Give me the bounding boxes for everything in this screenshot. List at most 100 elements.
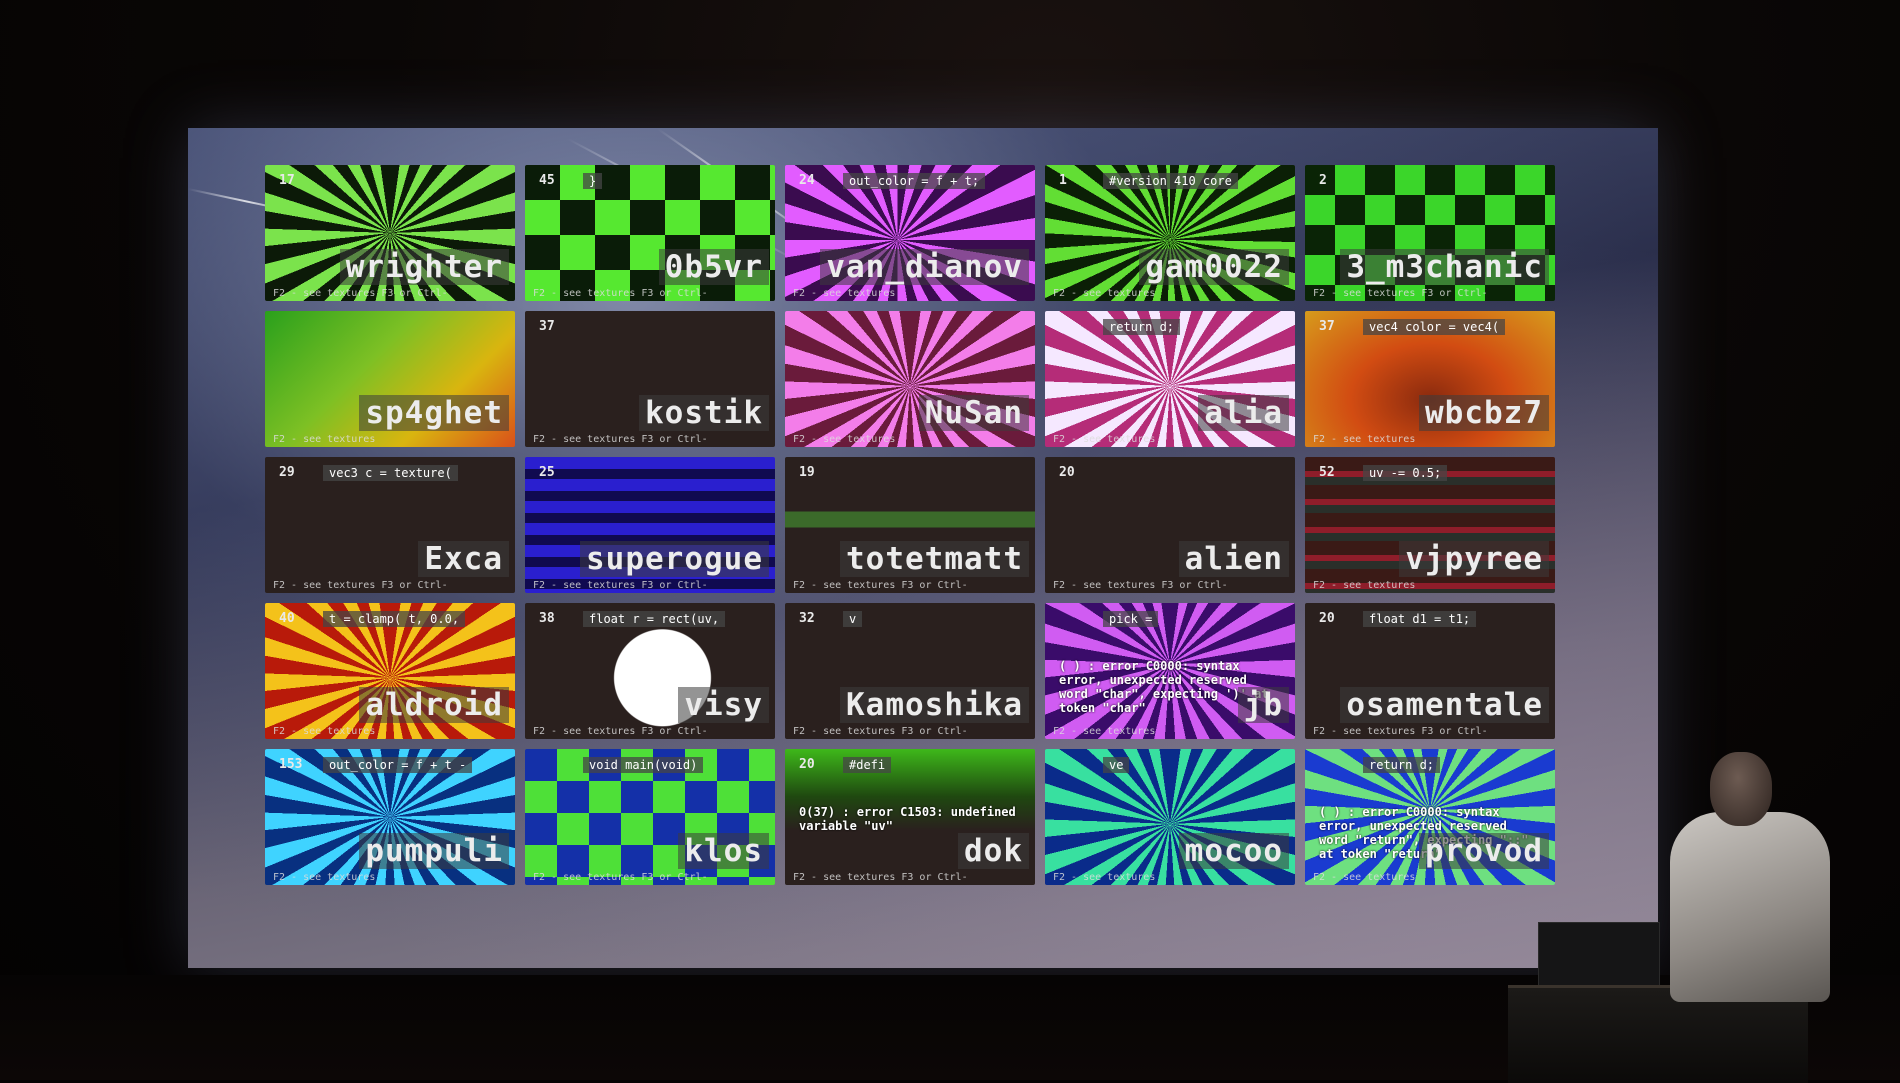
footer-hint: F2 - see textures xyxy=(1313,434,1416,445)
shader-tile-pumpuli: 153 out_color = f + t - pumpuli F2 - see te… xyxy=(265,749,515,885)
performer xyxy=(1670,752,1830,1002)
shader-tile-alien: 20 alien F2 - see textures F3 or Ctrl- xyxy=(1045,457,1295,593)
footer-hint: F2 - see textures F3 or Ctrl- xyxy=(793,726,968,737)
code-line: float r = rect(uv, xyxy=(583,611,726,627)
shader-tile-mocoo: ve mocoo F2 - see textures xyxy=(1045,749,1295,885)
performer-head xyxy=(1710,752,1772,826)
line-number: 37 xyxy=(539,319,555,334)
shader-tile-exca: 29 vec3 c = texture(Exca F2 - see textures… xyxy=(265,457,515,593)
coder-name: alia xyxy=(1198,395,1289,431)
line-number: 2 xyxy=(1319,173,1327,188)
shader-tile-superogue: 25 superogue F2 - see textures F3 or Ctrl- xyxy=(525,457,775,593)
code-line: vec4 color = vec4( xyxy=(1363,319,1506,335)
code-line: return d; xyxy=(1363,757,1441,773)
shader-tile-wrighter: 17 wrighter F2 - see textures F3 or Ctrl- xyxy=(265,165,515,301)
coder-name: wrighter xyxy=(339,249,509,285)
coder-name: van_dianov xyxy=(820,249,1029,285)
coder-name: sp4ghet xyxy=(359,395,509,431)
coder-name: vjpyree xyxy=(1399,541,1549,577)
code-line: pick = xyxy=(1103,611,1159,627)
footer-hint: F2 - see textures F3 or Ctrl- xyxy=(533,726,708,737)
code-line: out_color = f + t - xyxy=(323,757,473,773)
coder-name: wbcbz7 xyxy=(1419,395,1549,431)
footer-hint: F2 - see textures F3 or Ctrl- xyxy=(533,580,708,591)
compile-error: 0(37) : error C1503: undefined variable … xyxy=(799,805,1016,833)
shader-tile-3_m3chanic: 2 3_m3chanic F2 - see textures F3 or Ctrl- xyxy=(1305,165,1555,301)
shader-tile-kamoshika: 32 v Kamoshika F2 - see textures F3 or Ctrl… xyxy=(785,603,1035,739)
footer-hint: F2 - see textures F3 or Ctrl- xyxy=(1313,726,1488,737)
line-number: 25 xyxy=(539,465,555,480)
shader-tile-osamentale: 20 float d1 = t1; osamentale F2 - see textu… xyxy=(1305,603,1555,739)
line-number: 20 xyxy=(1319,611,1335,626)
footer-hint: F2 - see textures xyxy=(273,726,376,737)
footer-hint: F2 - see textures F3 or Ctrl- xyxy=(1053,580,1228,591)
coder-name: provod xyxy=(1419,833,1549,869)
footer-hint: F2 - see textures F3 or Ctrl- xyxy=(533,872,708,883)
shader-tile-sp4ghet: sp4ghet F2 - see textures xyxy=(265,311,515,447)
line-number: 52 xyxy=(1319,465,1335,480)
line-number: 32 xyxy=(799,611,815,626)
coder-name: NuSan xyxy=(918,395,1029,431)
line-number: 19 xyxy=(799,465,815,480)
code-line: } xyxy=(583,173,603,189)
footer-hint: F2 - see textures xyxy=(793,288,896,299)
footer-hint: F2 - see textures xyxy=(1313,872,1416,883)
footer-hint: F2 - see textures F3 or Ctrl- xyxy=(273,288,448,299)
coder-name: mocoo xyxy=(1178,833,1289,869)
shader-tile-alia: return d; alia F2 - see textures xyxy=(1045,311,1295,447)
coder-name: alien xyxy=(1178,541,1289,577)
coder-name: 0b5vr xyxy=(658,249,769,285)
coder-name: 3_m3chanic xyxy=(1340,249,1549,285)
coder-name: osamentale xyxy=(1340,687,1549,723)
footer-hint: F2 - see textures F3 or Ctrl- xyxy=(793,580,968,591)
line-number: 37 xyxy=(1319,319,1335,334)
shader-tile-nusan: NuSan F2 - see textures xyxy=(785,311,1035,447)
shader-tile-gam0022: 1 #version 410 core gam0022 F2 - see textur… xyxy=(1045,165,1295,301)
footer-hint: F2 - see textures F3 or Ctrl- xyxy=(793,872,968,883)
coder-name: kostik xyxy=(639,395,769,431)
line-number: 20 xyxy=(1059,465,1075,480)
code-line: out_color = f + t; xyxy=(843,173,986,189)
shader-tile-vjpyree: 52 uv -= 0.5; vjpyree F2 - see textures xyxy=(1305,457,1555,593)
coder-name: superogue xyxy=(580,541,769,577)
coder-name: gam0022 xyxy=(1139,249,1289,285)
coder-name: Kamoshika xyxy=(840,687,1029,723)
code-line: ve xyxy=(1103,757,1130,773)
code-line: float d1 = t1; xyxy=(1363,611,1477,627)
line-number: 29 xyxy=(279,465,295,480)
line-number: 45 xyxy=(539,173,555,188)
line-number: 24 xyxy=(799,173,815,188)
code-line: void main(void) xyxy=(583,757,704,773)
coder-name: klos xyxy=(678,833,769,869)
code-line: uv -= 0.5; xyxy=(1363,465,1448,481)
shader-tile-visy: 38 float r = rect(uv, visy F2 - see texture… xyxy=(525,603,775,739)
shader-tile-aldroid: 40 t = clamp( t, 0.0, aldroid F2 - see text… xyxy=(265,603,515,739)
footer-hint: F2 - see textures F3 or Ctrl- xyxy=(533,434,708,445)
footer-hint: F2 - see textures xyxy=(793,434,896,445)
footer-hint: F2 - see textures xyxy=(1053,872,1156,883)
line-number: 20 xyxy=(799,757,815,772)
code-line: #defi xyxy=(843,757,892,773)
shader-grid: 17 wrighter F2 - see textures F3 or Ctrl- 4… xyxy=(265,165,1595,910)
code-line: v xyxy=(843,611,863,627)
code-line: #version 410 core xyxy=(1103,173,1238,189)
code-line: return d; xyxy=(1103,319,1181,335)
line-number: 40 xyxy=(279,611,295,626)
footer-hint: F2 - see textures xyxy=(273,434,376,445)
line-number: 17 xyxy=(279,173,295,188)
coder-name: visy xyxy=(678,687,769,723)
line-number: 1 xyxy=(1059,173,1067,188)
footer-hint: F2 - see textures xyxy=(273,872,376,883)
shader-tile-wbcbz7: 37 vec4 color = vec4( wbcbz7 F2 - see textu… xyxy=(1305,311,1555,447)
code-line: vec3 c = texture( xyxy=(323,465,458,481)
footer-hint: F2 - see textures F3 or Ctrl- xyxy=(273,580,448,591)
performer-body xyxy=(1670,812,1830,1002)
footer-hint: F2 - see textures xyxy=(1053,726,1156,737)
coder-name: pumpuli xyxy=(359,833,509,869)
line-number: 153 xyxy=(279,757,303,772)
footer-hint: F2 - see textures xyxy=(1313,580,1416,591)
shader-tile-dok: 20 #defi 0(37) : error C1503: undefined va… xyxy=(785,749,1035,885)
shader-tile-0b5vr: 45} 0b5vr F2 - see textures F3 or Ctrl- xyxy=(525,165,775,301)
shader-tile-kostik: 37 kostik F2 - see textures F3 or Ctrl- xyxy=(525,311,775,447)
shader-tile-provod: return d;( ) : error C0000: syntax error… xyxy=(1305,749,1555,885)
